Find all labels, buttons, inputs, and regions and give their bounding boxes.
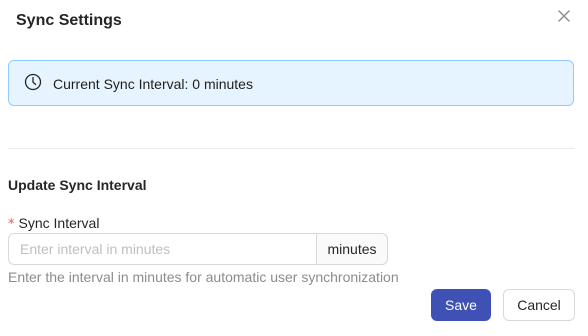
close-button[interactable] bbox=[553, 5, 575, 27]
help-text: Enter the interval in minutes for automa… bbox=[8, 269, 399, 285]
divider bbox=[8, 148, 575, 149]
sync-settings-dialog: Sync Settings Current Sync Interval: 0 m… bbox=[0, 0, 588, 336]
sync-interval-input[interactable] bbox=[8, 233, 316, 265]
save-button[interactable]: Save bbox=[431, 289, 491, 321]
sync-interval-label-text: Sync Interval bbox=[18, 215, 100, 231]
dialog-title: Sync Settings bbox=[16, 12, 122, 29]
section-title: Update Sync Interval bbox=[8, 177, 147, 193]
current-interval-text: Current Sync Interval: 0 minutes bbox=[53, 76, 253, 92]
sync-interval-input-group: minutes bbox=[8, 233, 388, 265]
clock-icon bbox=[23, 72, 43, 92]
close-icon bbox=[557, 9, 571, 23]
current-interval-alert: Current Sync Interval: 0 minutes bbox=[8, 60, 574, 106]
required-mark: * bbox=[8, 217, 15, 232]
sync-interval-label: * Sync Interval bbox=[8, 214, 99, 234]
minutes-addon: minutes bbox=[316, 233, 388, 265]
cancel-button[interactable]: Cancel bbox=[503, 289, 575, 321]
